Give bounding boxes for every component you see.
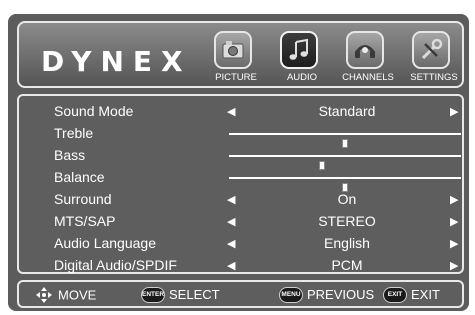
mts-sap-row[interactable]: MTS/SAP ◀ STEREO ▶	[37, 211, 462, 233]
audio-settings-list: Sound Mode ◀ Standard ▶ Treble 50 Bass 4…	[17, 94, 475, 277]
balance-value: 0	[469, 169, 475, 185]
arrow-left-icon[interactable]: ◀	[227, 216, 235, 228]
menu-key-icon: MENU	[279, 286, 303, 303]
audio-language-label: Audio Language	[54, 235, 156, 251]
tab-audio-label: AUDIO	[286, 72, 318, 83]
exit-hint: EXIT EXIT	[383, 286, 440, 304]
treble-label: Treble	[54, 125, 94, 141]
tab-settings-label: SETTINGS	[410, 72, 458, 83]
enter-key-icon: ENTER	[141, 286, 165, 303]
brand-logo: DYNEX	[41, 45, 192, 78]
sound-mode-value: Standard	[318, 103, 376, 119]
bass-row[interactable]: Bass 40	[37, 145, 475, 170]
arrow-left-icon[interactable]: ◀	[227, 260, 235, 272]
exit-label: EXIT	[411, 287, 440, 303]
menu-header: DYNEX PICTURE AUDIO CHANNELS SETTINGS	[17, 21, 464, 88]
digital-audio-value: PCM	[331, 257, 363, 273]
select-hint: ENTER SELECT	[141, 286, 220, 304]
surround-value: On	[337, 191, 357, 207]
tab-picture-label: PICTURE	[215, 72, 257, 83]
exit-key-icon: EXIT	[383, 286, 407, 303]
balance-label: Balance	[54, 169, 105, 185]
mts-sap-value: STEREO	[318, 213, 376, 229]
surround-row[interactable]: Surround ◀ On ▶	[37, 189, 462, 211]
sound-mode-row[interactable]: Sound Mode ◀ Standard ▶	[37, 101, 462, 123]
arrow-right-icon[interactable]: ▶	[450, 194, 458, 206]
picture-icon	[214, 31, 252, 69]
audio-language-row[interactable]: Audio Language ◀ English ▶	[37, 233, 462, 255]
sound-mode-label: Sound Mode	[54, 103, 134, 119]
mts-sap-label: MTS/SAP	[54, 213, 116, 229]
select-label: SELECT	[169, 287, 220, 303]
tab-settings[interactable]: SETTINGS	[407, 25, 461, 85]
tab-picture[interactable]: PICTURE	[209, 25, 263, 85]
arrow-left-icon[interactable]: ◀	[227, 238, 235, 250]
arrow-left-icon[interactable]: ◀	[227, 106, 235, 118]
settings-icon	[412, 31, 450, 69]
tab-channels[interactable]: CHANNELS	[341, 25, 395, 85]
arrow-right-icon[interactable]: ▶	[450, 106, 458, 118]
arrow-right-icon[interactable]: ▶	[450, 238, 458, 250]
previous-hint: MENU PREVIOUS	[279, 286, 374, 304]
audio-icon	[280, 31, 318, 69]
bass-value: 40	[469, 147, 475, 163]
audio-language-value: English	[324, 235, 370, 251]
previous-label: PREVIOUS	[307, 287, 375, 303]
key-hint-bar: MOVE ENTER SELECT MENU PREVIOUS EXIT EXIT	[17, 280, 464, 308]
channels-icon	[346, 31, 384, 69]
arrow-left-icon[interactable]: ◀	[227, 194, 235, 206]
tab-audio[interactable]: AUDIO	[275, 25, 329, 85]
bass-slider[interactable]	[229, 155, 461, 170]
surround-label: Surround	[54, 191, 112, 207]
digital-audio-row[interactable]: Digital Audio/SPDIF ◀ PCM ▶	[37, 255, 462, 277]
balance-row[interactable]: Balance 0	[37, 167, 475, 192]
treble-slider[interactable]	[229, 133, 461, 148]
arrow-right-icon[interactable]: ▶	[450, 260, 458, 272]
dpad-icon	[36, 287, 52, 303]
arrow-right-icon[interactable]: ▶	[450, 216, 458, 228]
tab-channels-label: CHANNELS	[342, 72, 394, 83]
treble-row[interactable]: Treble 50	[37, 123, 475, 148]
digital-audio-label: Digital Audio/SPDIF	[54, 257, 177, 273]
move-hint: MOVE	[35, 286, 96, 304]
move-label: MOVE	[58, 287, 97, 303]
bass-label: Bass	[54, 147, 86, 163]
treble-value: 50	[469, 125, 475, 141]
balance-slider[interactable]	[229, 177, 461, 192]
